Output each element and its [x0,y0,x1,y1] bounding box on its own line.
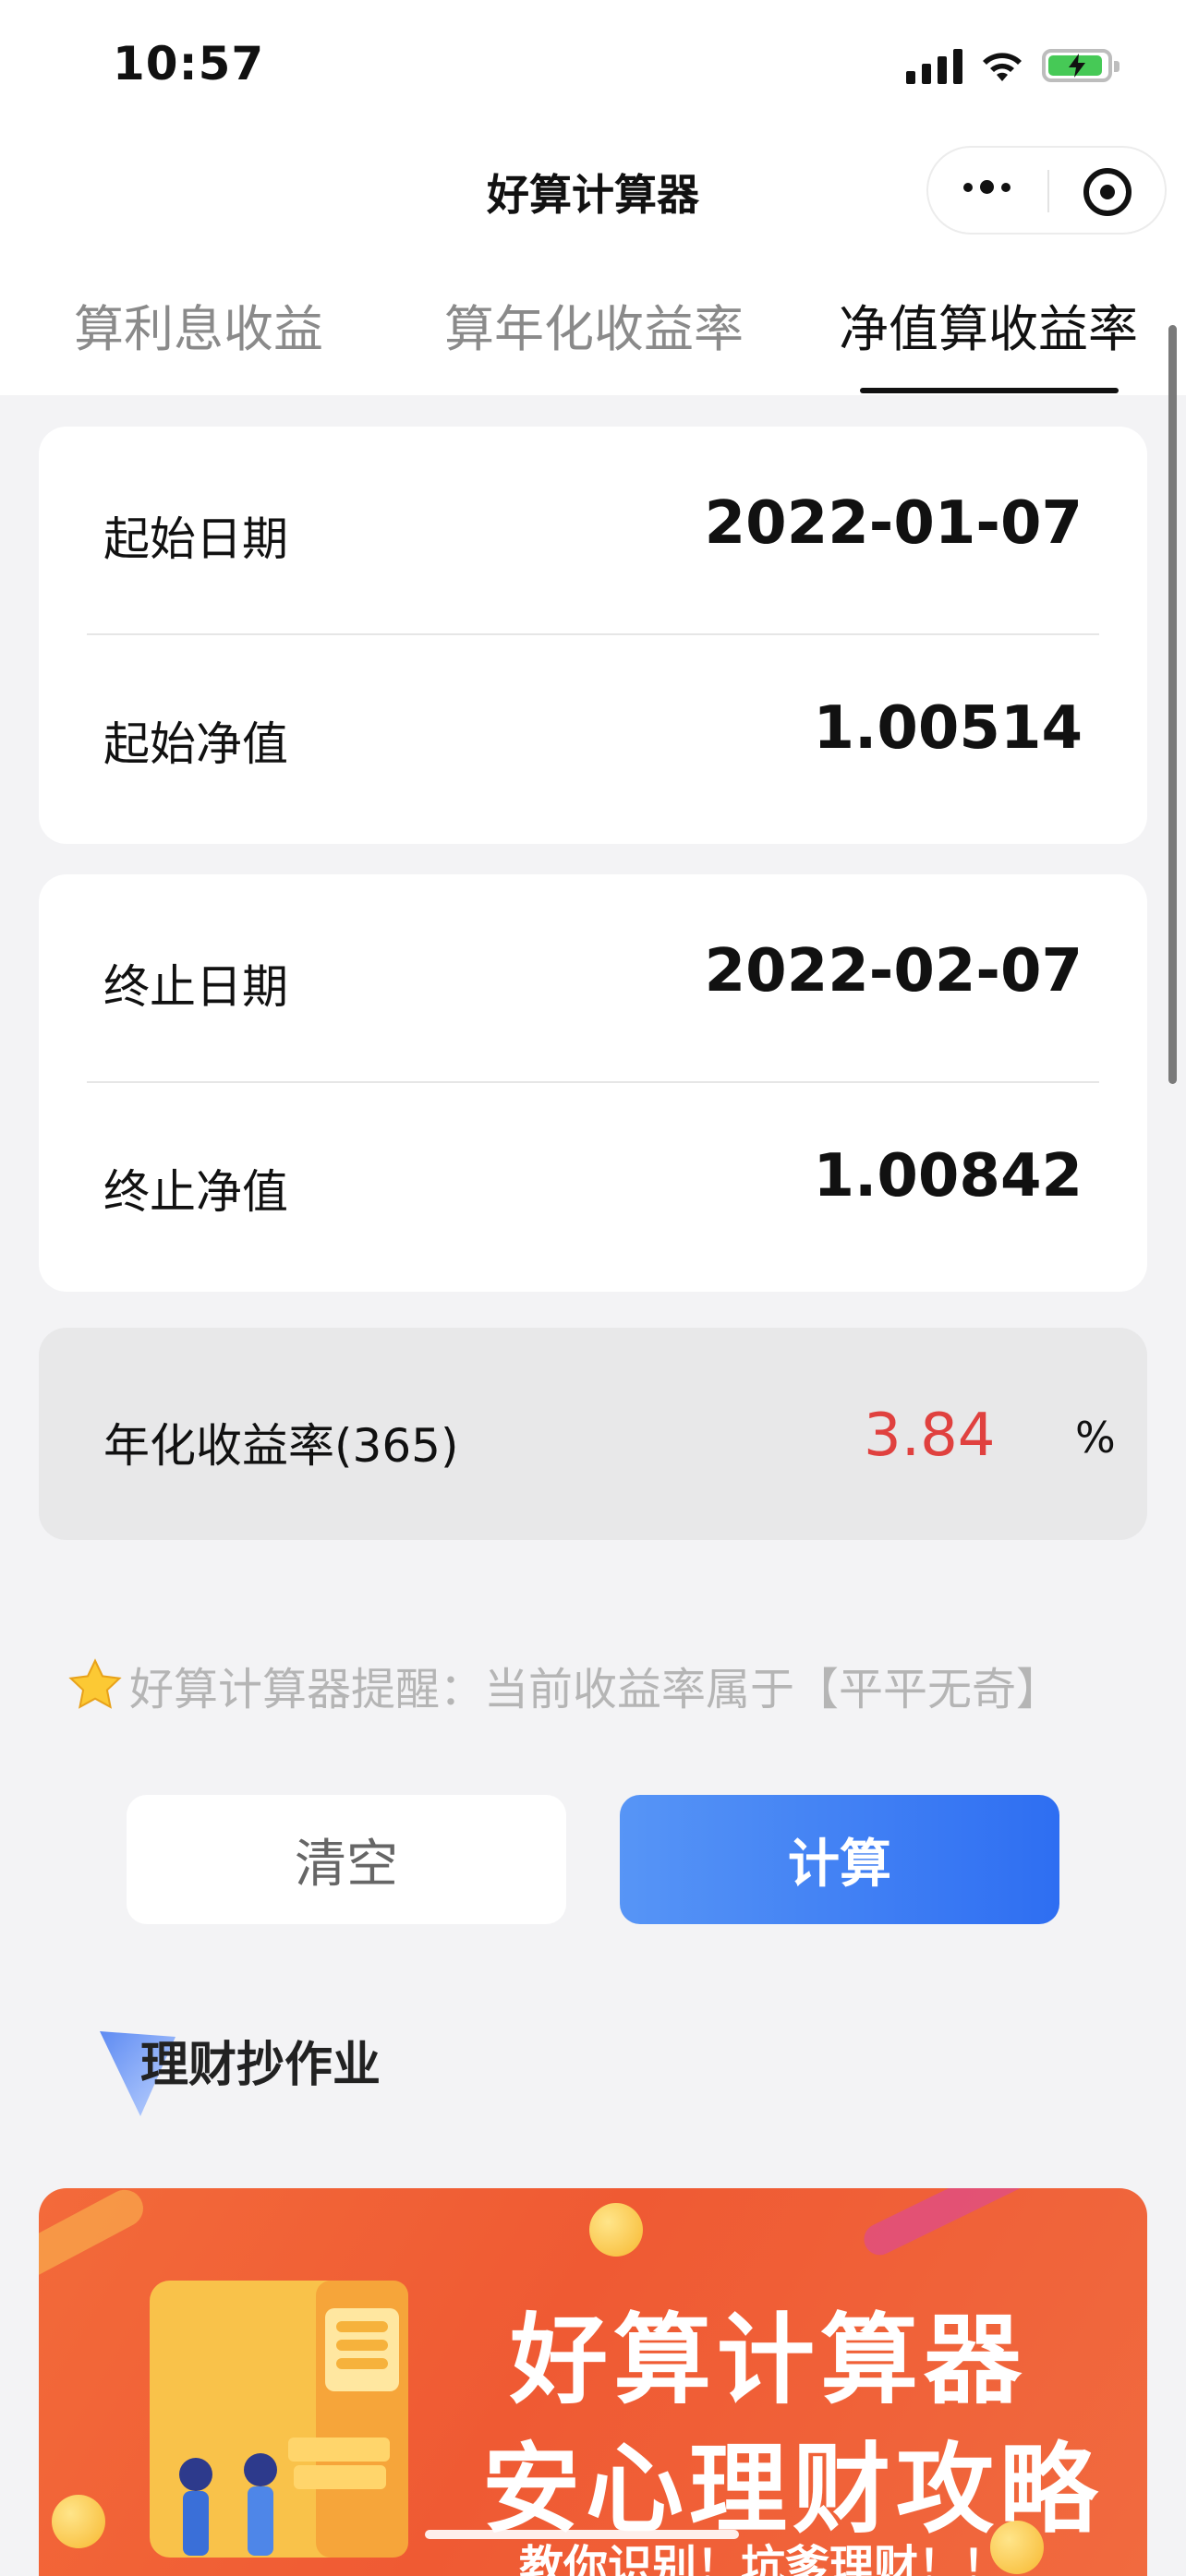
end-nav-row[interactable]: 终止净值 1.00842 [39,1079,1147,1282]
result-value: 3.84 [864,1402,996,1470]
section-title: 理财抄作业 [140,2038,381,2093]
tab-nav-rate[interactable]: 净值算收益率 [839,288,1138,361]
reminder-text: 好算计算器提醒：当前收益率属于【平平无奇】 [67,1653,1138,1717]
banner-decoration [858,2188,1122,2261]
start-nav-row[interactable]: 起始净值 1.00514 [39,632,1147,835]
active-tab-indicator [860,388,1119,393]
coin-icon [589,2203,643,2257]
end-nav-input[interactable]: 1.00842 [814,1142,1083,1210]
tab-annualized-rate[interactable]: 算年化收益率 [444,288,744,361]
end-date-label: 终止日期 [103,960,288,1014]
more-icon[interactable] [963,180,1011,194]
miniprogram-capsule [926,146,1167,235]
banner-title-line1: 好算计算器 [510,2304,1027,2417]
start-date-row[interactable]: 起始日期 2022-01-07 [39,427,1147,630]
clear-button[interactable]: 清空 [127,1795,566,1924]
status-icons [906,42,1119,89]
start-nav-input[interactable]: 1.00514 [814,694,1083,763]
signal-icon [906,47,962,84]
wifi-icon [983,53,1022,81]
end-card: 终止日期 2022-02-07 终止净值 1.00842 [39,874,1147,1292]
home-indicator [425,2530,739,2539]
capsule-divider [1047,170,1049,212]
calculate-button[interactable]: 计算 [620,1795,1059,1924]
start-card: 起始日期 2022-01-07 起始净值 1.00514 [39,427,1147,844]
charging-bolt-icon [1069,54,1085,78]
star-icon [68,1658,122,1709]
safe-illustration-icon [150,2281,408,2558]
end-date-row[interactable]: 终止日期 2022-02-07 [39,874,1147,1077]
status-time: 10:57 [113,37,265,90]
close-target-icon[interactable] [1083,168,1132,216]
start-date-value[interactable]: 2022-01-07 [705,489,1083,558]
result-label: 年化收益率(365) [103,1419,459,1473]
battery-icon [1042,49,1119,82]
scrollbar[interactable] [1168,325,1177,1084]
coin-icon [52,2495,105,2548]
end-nav-label: 终止净值 [103,1165,288,1219]
promo-banner[interactable]: 好算计算器 安心理财攻略 教你识别！坑爹理财！！ [39,2188,1147,2576]
reminder-message: 好算计算器提醒：当前收益率属于【平平无奇】 [129,1664,1061,1715]
result-unit: % [1075,1413,1116,1463]
result-panel: 年化收益率(365) 3.84 % [39,1328,1147,1540]
start-date-label: 起始日期 [103,512,288,566]
end-date-value[interactable]: 2022-02-07 [705,937,1083,1005]
start-nav-label: 起始净值 [103,717,288,771]
tab-bar: 算利息收益 算年化收益率 净值算收益率 [0,288,1186,395]
top-bar-area: 10:57 好算计算器 算利息收益 算年化收益率 净值算收益率 [0,0,1186,395]
tab-interest-income[interactable]: 算利息收益 [74,288,323,361]
